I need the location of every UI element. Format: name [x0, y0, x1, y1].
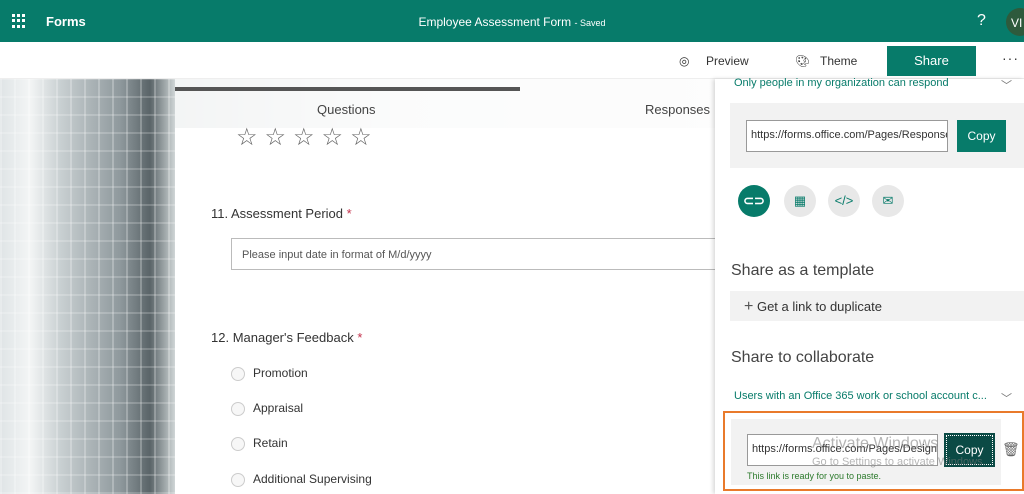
copy-respond-link-button[interactable]: Copy	[957, 120, 1006, 152]
more-options-button[interactable]: ···	[1002, 50, 1019, 66]
question-11-title: 11. Assessment Period *	[211, 206, 352, 221]
form-title: Employee Assessment Form - Saved	[0, 15, 1024, 29]
tab-questions[interactable]: Questions	[317, 102, 376, 117]
option-additional-supervising[interactable]: Additional Supervising	[231, 472, 372, 487]
theme-icon: 🎨︎	[795, 54, 811, 68]
collab-url-field[interactable]: https://forms.office.com/Pages/DesignPag…	[747, 434, 938, 466]
chevron-down-icon[interactable]: ﹀	[1001, 390, 1012, 406]
save-status: - Saved	[574, 18, 606, 28]
share-template-heading: Share as a template	[731, 262, 875, 279]
share-collaborate-heading: Share to collaborate	[731, 349, 875, 366]
required-marker: *	[357, 330, 363, 345]
delete-icon[interactable]: 🗑︎	[1002, 441, 1020, 458]
share-panel: Only people in my organization can respo…	[715, 77, 1024, 494]
active-tab-indicator	[175, 87, 520, 91]
toolbar: ◎ Preview 🎨︎ Theme Share ···	[0, 42, 1024, 79]
radio-icon[interactable]	[231, 436, 245, 451]
app-header: Forms Employee Assessment Form - Saved ?…	[0, 0, 1024, 42]
question-number: 12.	[211, 330, 230, 345]
rating-stars[interactable]: ☆☆☆☆☆	[236, 123, 379, 152]
question-number: 11.	[211, 206, 229, 221]
respond-scope-dropdown[interactable]: Only people in my organization can respo…	[734, 77, 949, 89]
plus-icon: +	[744, 298, 754, 315]
embed-icon[interactable]: </>	[828, 185, 860, 217]
option-label: Retain	[253, 436, 288, 450]
option-label: Appraisal	[253, 401, 304, 415]
get-duplicate-link-button[interactable]: + Get a link to duplicate	[730, 291, 1024, 321]
avatar[interactable]: VI	[1006, 8, 1024, 36]
duplicate-link-label: Get a link to duplicate	[756, 299, 882, 314]
tab-bar: Questions Responses	[175, 79, 715, 128]
link-ready-message: This link is ready for you to paste.	[747, 471, 882, 481]
respond-url-field[interactable]: https://forms.office.com/Pages/ResponseP…	[746, 120, 948, 152]
respond-link-box: https://forms.office.com/Pages/ResponseP…	[730, 103, 1024, 168]
question-12-title: 12. Manager's Feedback *	[211, 330, 362, 345]
collab-scope-dropdown[interactable]: Users with an Office 365 work or school …	[734, 390, 987, 402]
tab-responses[interactable]: Responses	[645, 102, 710, 117]
question-text: Manager's Feedback	[232, 330, 354, 345]
preview-icon: ◎	[679, 54, 690, 68]
required-marker: *	[346, 206, 352, 221]
radio-icon[interactable]	[231, 472, 245, 487]
qr-code-icon[interactable]: ▦	[784, 185, 816, 217]
email-icon[interactable]: ✉	[872, 185, 904, 217]
option-appraisal[interactable]: Appraisal	[231, 401, 303, 416]
assessment-period-input[interactable]: Please input date in format of M/d/yyyy	[231, 238, 721, 270]
preview-button[interactable]: Preview	[706, 54, 749, 68]
option-label: Additional Supervising	[253, 472, 372, 486]
radio-icon[interactable]	[231, 366, 245, 381]
chevron-down-icon[interactable]: ﹀	[1001, 77, 1012, 93]
question-text: Assessment Period	[231, 206, 344, 221]
share-button[interactable]: Share	[887, 46, 976, 76]
option-retain[interactable]: Retain	[231, 436, 288, 451]
form-title-text: Employee Assessment Form	[418, 15, 572, 29]
help-button[interactable]: ?	[977, 12, 986, 30]
copy-collab-link-button[interactable]: Copy	[944, 433, 995, 467]
theme-button[interactable]: Theme	[820, 54, 857, 68]
link-icon[interactable]: ⊂⊃	[738, 185, 770, 217]
radio-icon[interactable]	[231, 401, 245, 416]
option-promotion[interactable]: Promotion	[231, 366, 308, 381]
option-label: Promotion	[253, 366, 308, 380]
collab-link-highlight: https://forms.office.com/Pages/DesignPag…	[723, 411, 1024, 491]
